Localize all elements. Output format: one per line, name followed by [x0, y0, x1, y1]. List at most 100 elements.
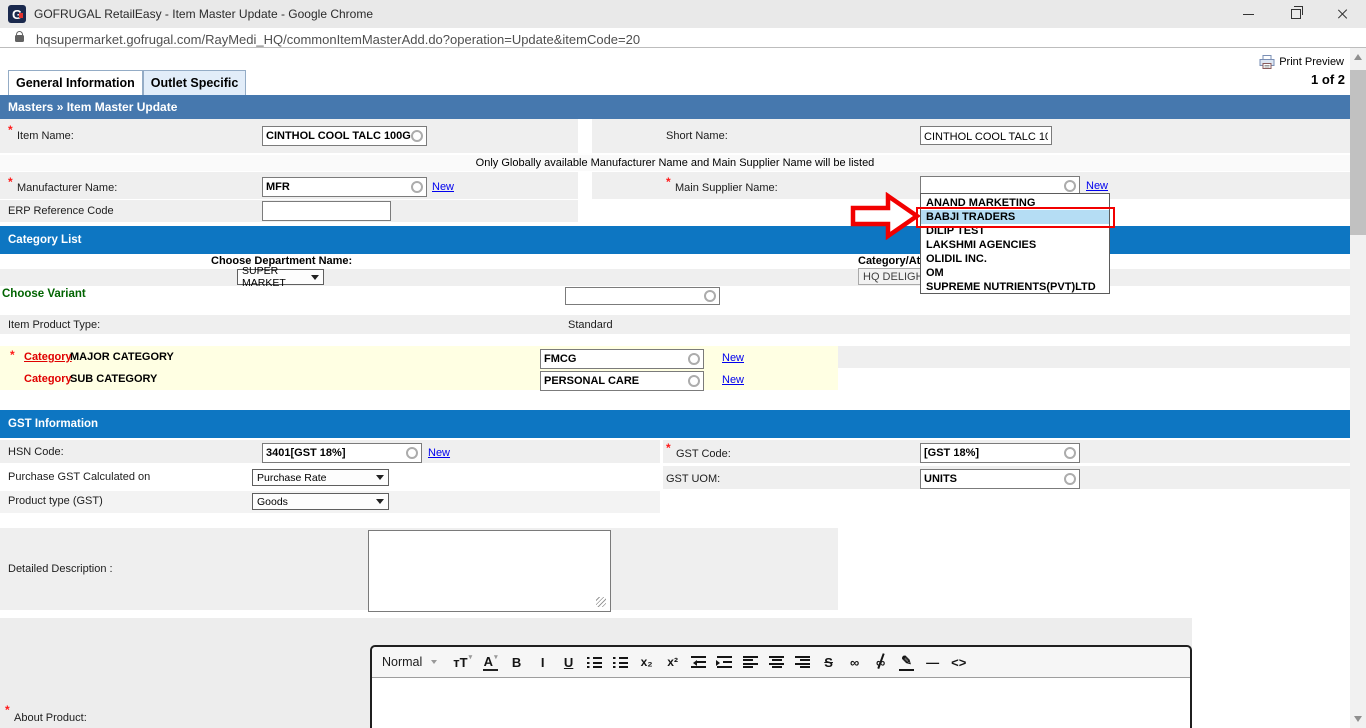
lookup-icon[interactable] — [411, 181, 423, 193]
supplier-dropdown: ANAND MARKETING BABJI TRADERS DILIP TEST… — [920, 193, 1110, 294]
lookup-icon[interactable] — [406, 447, 418, 459]
breadcrumb: Masters » Item Master Update — [0, 95, 1350, 119]
italic-icon[interactable]: I — [535, 653, 550, 671]
required-marker: * — [10, 348, 15, 362]
supplier-option[interactable]: ANAND MARKETING — [921, 196, 1109, 210]
category-list-header: Category List — [0, 226, 1350, 254]
underline-icon[interactable]: U — [561, 653, 576, 671]
purchase-gst-select[interactable]: Purchase Rate — [252, 469, 389, 486]
supplier-new-link[interactable]: New — [1086, 180, 1108, 192]
address-bar[interactable]: hqsupermarket.gofrugal.com/RayMedi_HQ/co… — [0, 28, 1366, 48]
strikethrough-icon[interactable]: S — [821, 653, 836, 671]
major-category-new-link[interactable]: New — [722, 352, 744, 364]
maximize-button[interactable] — [1272, 0, 1319, 28]
item-name-input[interactable] — [263, 127, 426, 145]
lookup-icon[interactable] — [1064, 473, 1076, 485]
supplier-option[interactable]: OLIDIL INC. — [921, 252, 1109, 266]
department-select[interactable]: SUPER MARKET — [237, 265, 324, 289]
manufacturer-new-link[interactable]: New — [432, 181, 454, 193]
print-preview-label: Print Preview — [1279, 55, 1344, 68]
paragraph-style-select[interactable]: Normal — [382, 655, 438, 669]
erp-reference-input[interactable] — [263, 203, 390, 221]
sub-category-new-link[interactable]: New — [722, 374, 744, 386]
ordered-list-icon[interactable] — [587, 656, 603, 668]
align-right-icon[interactable] — [795, 656, 811, 668]
item-name-field — [262, 126, 427, 146]
manufacturer-input[interactable] — [263, 178, 426, 196]
editor-content[interactable] — [372, 678, 1190, 728]
variant-input[interactable] — [566, 288, 719, 304]
lookup-icon[interactable] — [688, 375, 700, 387]
detailed-description-label: Detailed Description : — [8, 563, 113, 575]
supplier-option[interactable]: LAKSHMI AGENCIES — [921, 238, 1109, 252]
title-bar: G GOFRUGAL RetailEasy - Item Master Upda… — [0, 0, 1366, 28]
supplier-option[interactable]: DILIP TEST — [921, 224, 1109, 238]
scrollbar-thumb[interactable] — [1350, 70, 1366, 235]
row-department-bg — [0, 269, 1350, 286]
lookup-icon[interactable] — [688, 353, 700, 365]
lookup-icon[interactable] — [411, 130, 423, 142]
scroll-down-icon[interactable] — [1354, 716, 1362, 722]
indent-icon[interactable] — [716, 656, 733, 668]
highlight-icon[interactable]: ✎ — [899, 653, 915, 671]
detailed-description-textarea[interactable] — [368, 530, 611, 612]
outdent-icon[interactable] — [691, 656, 707, 668]
lookup-icon[interactable] — [1064, 180, 1076, 192]
editor-toolbar: Normal ᴛT A B I U — [372, 647, 1190, 678]
sub-category-name: SUB CATEGORY — [70, 373, 158, 385]
gst-code-input[interactable] — [921, 444, 1079, 462]
supplier-option[interactable]: BABJI TRADERS — [921, 210, 1109, 224]
product-type-gst-select[interactable]: Goods — [252, 493, 389, 510]
unlink-icon[interactable]: ∞ — [873, 653, 888, 671]
main-supplier-label: Main Supplier Name: — [675, 182, 778, 194]
category-link-major[interactable]: Category — [24, 351, 72, 363]
unordered-list-icon[interactable] — [613, 656, 629, 668]
product-type-gst-select-value: Goods — [257, 495, 288, 508]
choose-variant-label: Choose Variant — [2, 288, 86, 300]
lock-icon[interactable] — [15, 31, 24, 42]
department-select-value: SUPER MARKET — [242, 265, 286, 289]
code-view-icon[interactable]: <> — [951, 653, 966, 671]
variant-field — [565, 287, 720, 305]
category-label-sub: Category — [24, 373, 72, 385]
short-name-field — [920, 126, 1052, 146]
print-preview-button[interactable]: Print Preview — [1259, 54, 1344, 69]
about-product-editor: Normal ᴛT A B I U — [370, 645, 1192, 728]
required-marker: * — [8, 123, 13, 137]
gst-uom-label: GST UOM: — [666, 473, 721, 485]
hsn-new-link[interactable]: New — [428, 447, 450, 459]
vertical-scrollbar[interactable] — [1350, 48, 1366, 728]
align-center-icon[interactable] — [769, 656, 785, 668]
short-name-input[interactable] — [921, 128, 1051, 146]
close-button[interactable] — [1319, 0, 1366, 28]
supplier-option[interactable]: SUPREME NUTRIENTS(PVT)LTD — [921, 280, 1109, 294]
bold-icon[interactable]: B — [509, 653, 524, 671]
required-marker: * — [666, 441, 671, 455]
chevron-down-icon — [376, 475, 384, 480]
supplier-option[interactable]: OM — [921, 266, 1109, 280]
tab-outlet-specific[interactable]: Outlet Specific — [142, 70, 247, 95]
required-marker: * — [5, 703, 10, 717]
sub-category-input[interactable] — [541, 372, 703, 390]
gst-uom-input[interactable] — [921, 470, 1079, 488]
resize-grip-icon[interactable] — [596, 597, 606, 607]
editor-icons: ᴛT A B I U x₂ x² — [453, 653, 966, 671]
align-left-icon[interactable] — [743, 656, 759, 668]
gofrugal-logo-icon: G — [8, 5, 26, 23]
link-icon[interactable]: ∞ — [847, 653, 862, 671]
lookup-icon[interactable] — [1064, 447, 1076, 459]
required-marker: * — [666, 175, 671, 189]
superscript-icon[interactable]: x² — [665, 653, 680, 671]
horizontal-rule-icon[interactable]: — — [925, 653, 940, 671]
tab-general-information[interactable]: General Information — [8, 70, 143, 95]
category-row-right-bg — [838, 346, 1350, 368]
subscript-icon[interactable]: x₂ — [639, 653, 654, 671]
minimize-button[interactable] — [1225, 0, 1272, 28]
hsn-code-input[interactable] — [263, 444, 421, 462]
scroll-up-icon[interactable] — [1354, 54, 1362, 60]
url-text[interactable]: hqsupermarket.gofrugal.com/RayMedi_HQ/co… — [36, 32, 640, 47]
font-size-icon[interactable]: ᴛT — [453, 653, 472, 671]
lookup-icon[interactable] — [704, 290, 716, 302]
font-color-icon[interactable]: A — [483, 654, 499, 671]
major-category-input[interactable] — [541, 350, 703, 368]
